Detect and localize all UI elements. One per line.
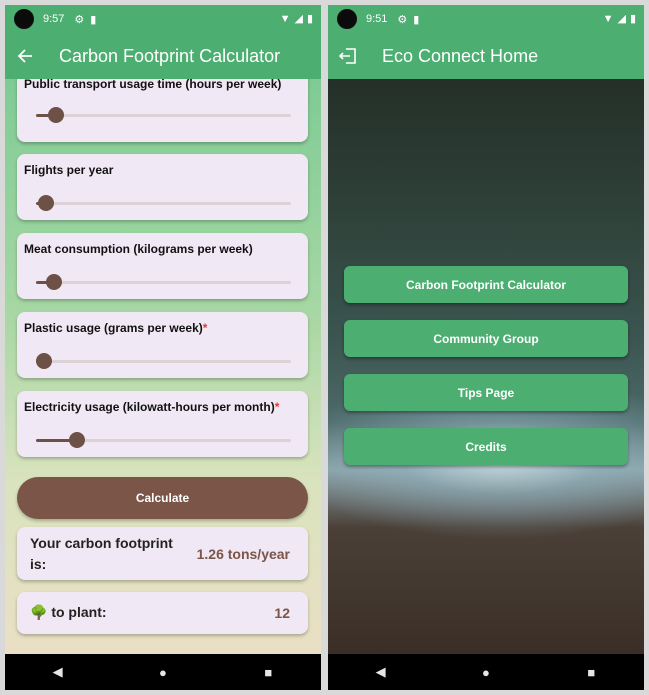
calculator-screen: 9:57 ⚙ ▮ ▼ ◢ ▮ Carbon Footprint Calculat… <box>5 5 321 690</box>
wifi-icon: ▼ <box>279 12 291 25</box>
app-header: 9:57 ⚙ ▮ ▼ ◢ ▮ Carbon Footprint Calculat… <box>5 5 321 79</box>
system-nav-bar: ◀ ● ■ <box>5 654 321 690</box>
back-arrow-icon[interactable] <box>15 46 35 66</box>
wifi-icon: ▼ <box>602 12 614 25</box>
footprint-value: 1.26 tons/year <box>196 546 290 562</box>
status-bar: 9:57 ⚙ ▮ ▼ ◢ ▮ <box>5 5 321 33</box>
input-card-electricity: Electricity usage (kilowatt-hours per mo… <box>17 391 308 457</box>
recents-icon[interactable]: ■ <box>571 665 611 680</box>
tree-icon: 🌳 <box>30 604 48 620</box>
slider-thumb[interactable] <box>45 274 62 290</box>
slider-thumb[interactable] <box>48 107 65 123</box>
public-transport-slider[interactable] <box>36 107 291 123</box>
slider-thumb[interactable] <box>68 432 85 448</box>
input-card-flights: Flights per year <box>17 154 308 220</box>
sim-card-icon: ▮ <box>90 13 97 26</box>
logout-icon[interactable] <box>338 46 358 66</box>
slider-thumb[interactable] <box>38 195 55 211</box>
input-card-meat: Meat consumption (kilograms per week) <box>17 233 308 299</box>
required-marker: * <box>202 321 208 335</box>
camera-cutout <box>14 9 34 29</box>
footprint-label: Your carbon footprint is: <box>30 535 173 572</box>
back-icon[interactable]: ◀ <box>361 664 401 680</box>
home-background: Carbon Footprint Calculator Community Gr… <box>328 79 644 654</box>
plastic-slider[interactable] <box>35 353 291 369</box>
input-label: Flights per year <box>24 163 114 177</box>
page-title: Carbon Footprint Calculator <box>59 45 281 66</box>
tips-page-button[interactable]: Tips Page <box>344 374 628 411</box>
signal-icon: ◢ <box>294 13 303 25</box>
app-bar: Eco Connect Home <box>328 33 644 79</box>
home-icon[interactable]: ● <box>143 665 183 680</box>
battery-icon: ▮ <box>306 13 313 25</box>
home-screen: 9:51 ⚙ ▮ ▼ ◢ ▮ Eco Connect Home Carbon F… <box>328 5 644 690</box>
community-group-button[interactable]: Community Group <box>344 320 628 357</box>
meat-slider[interactable] <box>36 274 291 290</box>
input-label: Meat consumption (kilograms per week) <box>24 242 253 256</box>
app-bar: Carbon Footprint Calculator <box>5 33 321 79</box>
credits-button[interactable]: Credits <box>344 428 628 465</box>
trees-value: 12 <box>274 605 290 621</box>
system-nav-bar: ◀ ● ■ <box>328 654 644 690</box>
input-label: Electricity usage (kilowatt-hours per mo… <box>24 400 275 414</box>
home-icon[interactable]: ● <box>466 665 506 680</box>
status-bar: 9:51 ⚙ ▮ ▼ ◢ ▮ <box>328 5 644 33</box>
input-label: Public transport usage time (hours per w… <box>24 79 282 91</box>
input-card-plastic: Plastic usage (grams per week)* <box>17 312 308 378</box>
required-marker: * <box>274 400 280 414</box>
slider-thumb[interactable] <box>35 353 52 369</box>
calculate-button[interactable]: Calculate <box>17 477 308 519</box>
status-time: 9:51 <box>366 13 388 25</box>
status-time: 9:57 <box>43 13 65 25</box>
battery-icon: ▮ <box>629 13 636 25</box>
calculator-form: Public transport usage time (hours per w… <box>5 79 321 654</box>
carbon-calculator-button[interactable]: Carbon Footprint Calculator <box>344 266 628 303</box>
electricity-slider[interactable] <box>36 432 291 448</box>
back-icon[interactable]: ◀ <box>38 664 78 680</box>
footprint-result-card: Your carbon footprint is: 1.26 tons/year <box>17 527 308 580</box>
trees-label: to plant: <box>51 604 107 620</box>
recents-icon[interactable]: ■ <box>248 665 288 680</box>
camera-cutout <box>337 9 357 29</box>
sim-card-icon: ▮ <box>413 13 420 26</box>
input-label: Plastic usage (grams per week) <box>24 321 203 335</box>
page-title: Eco Connect Home <box>382 45 539 66</box>
trees-result-card: 🌳 to plant: 12 <box>17 592 308 634</box>
signal-icon: ◢ <box>617 13 626 25</box>
settings-icon: ⚙ <box>397 13 408 26</box>
input-card-public-transport: Public transport usage time (hours per w… <box>17 79 308 142</box>
app-header: 9:51 ⚙ ▮ ▼ ◢ ▮ Eco Connect Home <box>328 5 644 79</box>
settings-icon: ⚙ <box>74 13 85 26</box>
flights-slider[interactable] <box>36 195 291 211</box>
